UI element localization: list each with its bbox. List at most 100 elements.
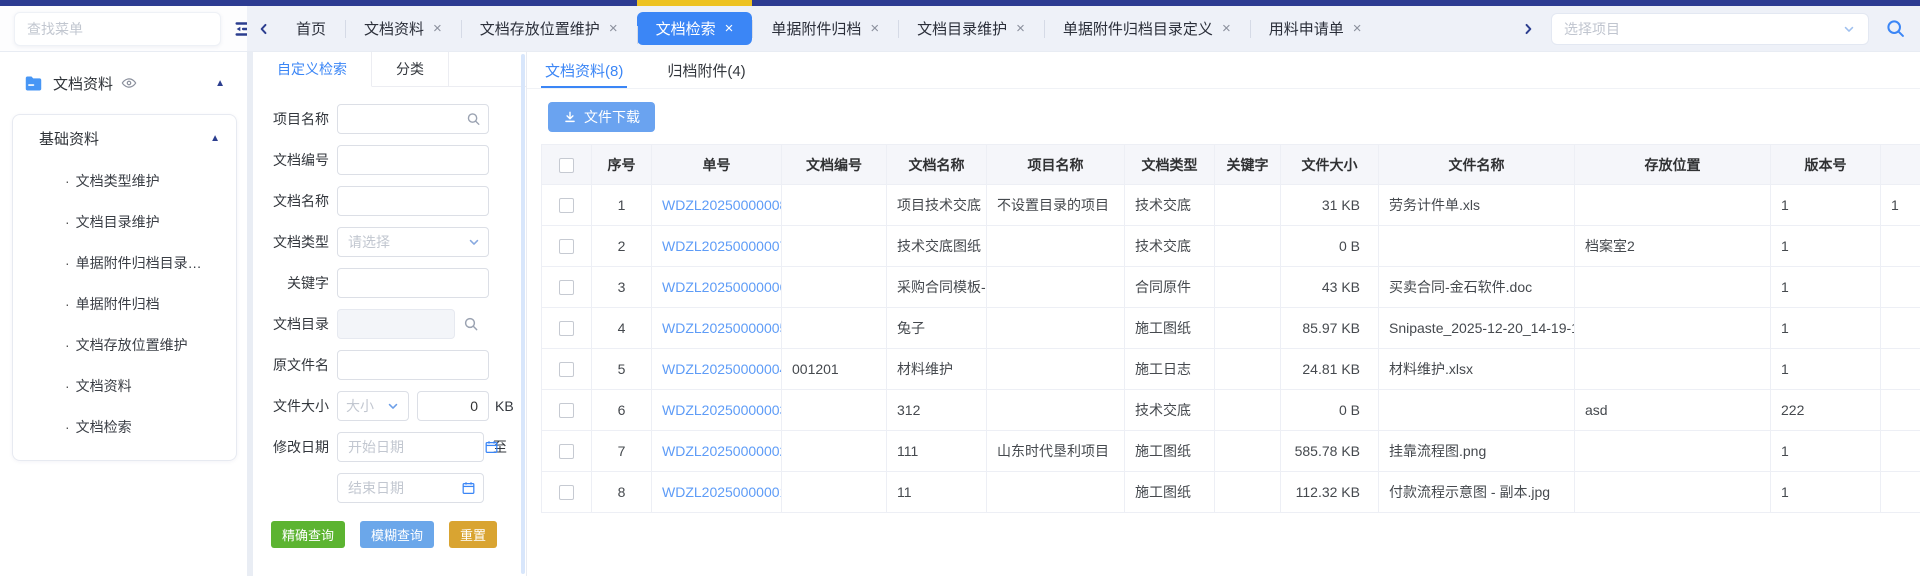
doc-no-link[interactable]: WDZL20250000001 — [652, 472, 782, 513]
calendar-icon[interactable] — [484, 440, 499, 455]
tab-label: 单据附件归档 — [771, 18, 861, 39]
doc-no-link[interactable]: WDZL20250000008 — [652, 185, 782, 226]
cell: 001201 — [782, 349, 887, 390]
sidebar-item[interactable]: ·文档存放位置维护 — [13, 325, 236, 366]
doc-name-input[interactable] — [337, 186, 489, 216]
bullet: · — [65, 173, 70, 189]
sidebar-item[interactable]: ·单据附件归档目录… — [13, 243, 236, 284]
row-checkbox[interactable] — [559, 198, 574, 213]
cell — [782, 472, 887, 513]
tab-close-icon[interactable]: × — [870, 20, 879, 37]
sidebar-item[interactable]: ·单据附件归档 — [13, 284, 236, 325]
table-body: 1WDZL20250000008项目技术交底不设置目录的项目技术交底31 KB劳… — [542, 185, 1920, 513]
folder-icon — [24, 75, 43, 92]
cell — [782, 431, 887, 472]
cell — [1575, 308, 1771, 349]
exact-search-button[interactable]: 精确查询 — [271, 521, 345, 548]
open-tab[interactable]: 用料申请单× — [1250, 6, 1381, 51]
column-header: 关键字 — [1215, 145, 1281, 185]
open-tab[interactable]: 文档目录维护× — [898, 6, 1044, 51]
open-tab[interactable]: 单据附件归档 × — [752, 6, 898, 51]
size-operator-placeholder: 大小 — [346, 396, 374, 416]
sidebar-item[interactable]: ·文档检索 — [13, 407, 236, 448]
orig-name-input[interactable] — [337, 350, 489, 380]
search-icon[interactable] — [463, 316, 479, 332]
open-tab[interactable]: 文档资料× — [345, 6, 461, 51]
sidebar-section-header[interactable]: 基础资料 ▲ — [13, 115, 236, 161]
cell — [1215, 185, 1281, 226]
sidebar-root-node[interactable]: 文档资料 ▲ — [0, 60, 247, 106]
tab-close-icon[interactable]: × — [609, 20, 618, 37]
doc-no-link[interactable]: WDZL20250000006 — [652, 267, 782, 308]
cell — [1215, 472, 1281, 513]
open-tab[interactable]: 单据附件归档目录定义 × — [1044, 6, 1250, 51]
cell: 1 — [592, 185, 652, 226]
bullet: · — [65, 378, 70, 394]
row-checkbox[interactable] — [559, 444, 574, 459]
doc-no-link[interactable]: WDZL20250000004 — [652, 349, 782, 390]
cell: 1 — [1771, 308, 1881, 349]
cell — [1215, 390, 1281, 431]
cell — [987, 349, 1125, 390]
tab-close-icon[interactable]: × — [1016, 20, 1025, 37]
sidebar-item[interactable]: ·文档目录维护 — [13, 202, 236, 243]
tab-label: 单据附件归档目录定义 — [1063, 18, 1213, 39]
column-header — [1881, 145, 1920, 185]
start-date-input[interactable] — [337, 432, 484, 462]
cell: 31 KB — [1281, 185, 1379, 226]
open-tab[interactable]: 首页 — [277, 6, 345, 51]
row-select-cell — [542, 390, 592, 431]
doc-no-link[interactable]: WDZL20250000002 — [652, 431, 782, 472]
tab-archive-results[interactable]: 归档附件(4) — [663, 52, 749, 88]
doc-no-link[interactable]: WDZL20250000003 — [652, 390, 782, 431]
row-checkbox[interactable] — [559, 280, 574, 295]
reset-button[interactable]: 重置 — [449, 521, 497, 548]
tab-close-icon[interactable]: × — [725, 20, 734, 37]
collapse-arrow-icon[interactable]: ▲ — [215, 78, 225, 89]
cell — [1215, 349, 1281, 390]
open-tab[interactable]: 文档存放位置维护× — [461, 6, 637, 51]
tab-close-icon[interactable]: × — [433, 20, 442, 37]
global-search-icon[interactable] — [1885, 18, 1906, 39]
size-value-input[interactable] — [417, 391, 489, 421]
tab-close-icon[interactable]: × — [1353, 20, 1362, 37]
doc-no-input[interactable] — [337, 145, 489, 175]
cell: 材料维护 — [887, 349, 987, 390]
file-download-button[interactable]: 文件下载 — [548, 102, 655, 132]
main-area: 文档资料(8) 归档附件(4) 文件下载 序号单号文档编号文档名称项目名称文档类… — [527, 52, 1920, 576]
row-checkbox[interactable] — [559, 239, 574, 254]
row-checkbox[interactable] — [559, 321, 574, 336]
tab-doc-results[interactable]: 文档资料(8) — [541, 52, 627, 88]
project-select[interactable]: 选择项目 — [1551, 13, 1869, 45]
collapse-arrow-icon[interactable]: ▲ — [210, 133, 220, 144]
filter-tabs-spacer — [449, 52, 526, 87]
row-select-cell — [542, 185, 592, 226]
sidebar-item-label: 文档类型维护 — [76, 173, 160, 189]
fuzzy-search-button[interactable]: 模糊查询 — [360, 521, 434, 548]
doc-no-link[interactable]: WDZL20250000005 — [652, 308, 782, 349]
calendar-icon[interactable] — [461, 481, 476, 496]
cell — [1379, 390, 1575, 431]
scroll-tabs-left-icon[interactable] — [251, 14, 277, 44]
tab-close-icon[interactable]: × — [1222, 20, 1231, 37]
cell: 585.78 KB — [1281, 431, 1379, 472]
sidebar-item[interactable]: ·文档资料 — [13, 366, 236, 407]
tab-category[interactable]: 分类 — [372, 52, 449, 87]
search-icon[interactable] — [466, 112, 481, 127]
row-checkbox[interactable] — [559, 362, 574, 377]
keyword-input[interactable] — [337, 268, 489, 298]
size-operator-select[interactable]: 大小 — [337, 391, 409, 421]
row-checkbox[interactable] — [559, 485, 574, 500]
panel-scrollbar[interactable] — [521, 54, 525, 574]
doc-no-link[interactable]: WDZL20250000007 — [652, 226, 782, 267]
select-all-checkbox[interactable] — [559, 158, 574, 173]
tab-custom-search[interactable]: 自定义检索 — [253, 52, 372, 87]
menu-search-input[interactable] — [14, 12, 221, 46]
row-checkbox[interactable] — [559, 403, 574, 418]
cell: 3 — [592, 267, 652, 308]
sidebar-item[interactable]: · 文档类型维护 — [13, 161, 236, 202]
scroll-tabs-right-icon[interactable] — [1515, 14, 1541, 44]
open-tab[interactable]: 文档检索× — [637, 12, 753, 45]
cell — [782, 267, 887, 308]
eye-icon[interactable] — [121, 75, 137, 91]
